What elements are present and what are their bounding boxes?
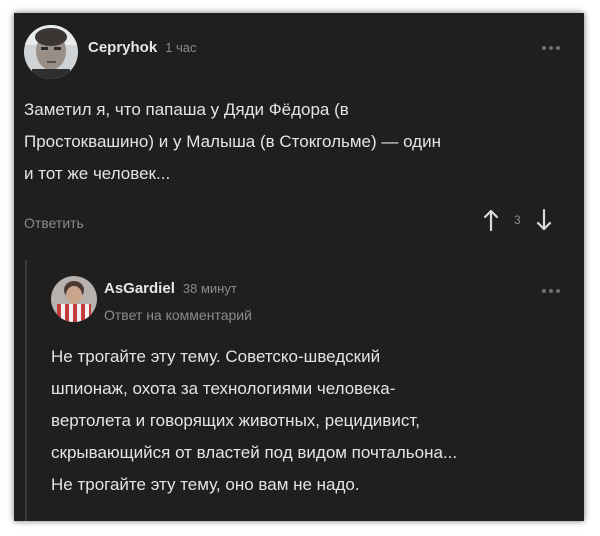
comment-text: Заметил я, что папаша у Дяди Фёдора (в П… [24,100,441,183]
timestamp: 1 час [165,40,197,55]
thread-line [25,260,27,521]
timestamp: 38 минут [182,281,237,296]
avatar[interactable] [24,25,78,79]
reply-header: AsGardiel 38 минут [104,280,237,297]
upvote-arrow-icon[interactable] [484,209,498,231]
reply-button[interactable]: Ответить [24,215,84,231]
avatar[interactable] [51,276,97,322]
comment-thread: Cepryhok 1 час Заметил я, что папаша у Д… [14,13,584,521]
reply-to-label[interactable]: Ответ на комментарий [104,307,252,323]
username[interactable]: AsGardiel [104,280,175,297]
vote-controls: 3 [484,209,551,231]
reply-text: Не трогайте эту тему. Советско-шведский … [51,347,458,494]
vote-score: 3 [514,213,521,227]
comment-header: Cepryhok 1 час [88,39,197,56]
more-options-icon[interactable] [542,46,560,50]
username[interactable]: Cepryhok [88,39,157,56]
more-options-icon[interactable] [542,289,560,293]
downvote-arrow-icon[interactable] [536,209,551,231]
